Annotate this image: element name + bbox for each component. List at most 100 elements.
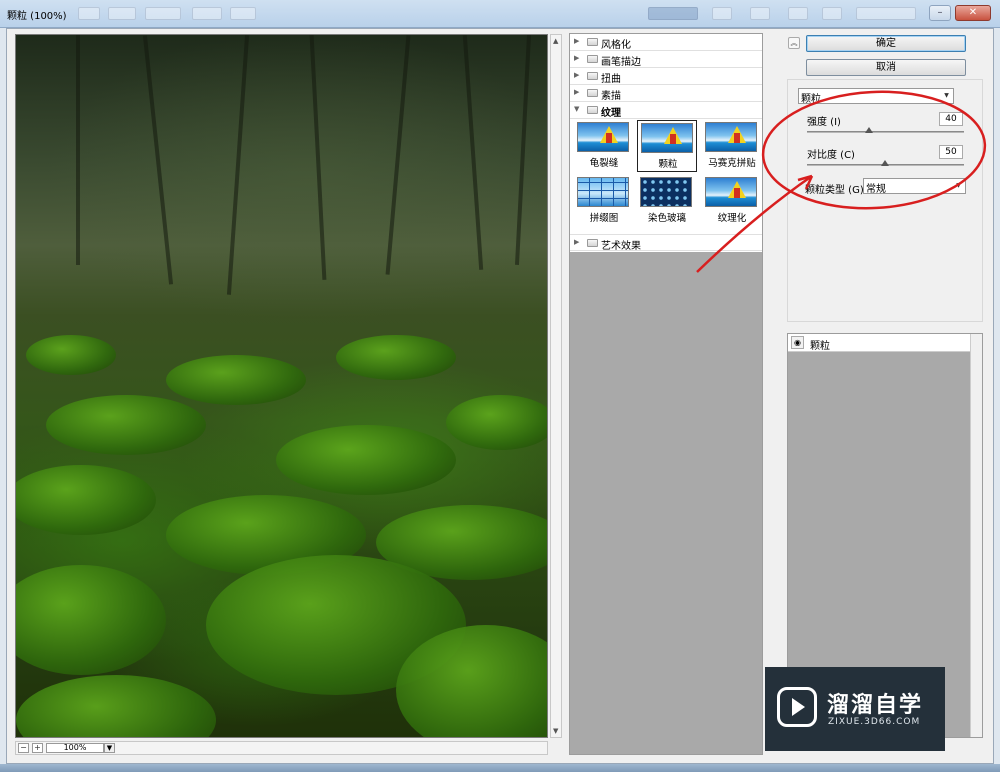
filter-craquelure[interactable]: 龟裂缝 [574,120,634,172]
toolbar-ghost-button [750,7,770,20]
watermark-title: 溜溜自学 [827,693,924,718]
play-logo-icon [777,687,817,727]
folder-icon [587,89,598,97]
chevron-right-icon: ▶ [574,71,580,79]
zoom-out-button[interactable]: − [18,743,29,753]
zoom-dropdown-icon[interactable]: ▼ [104,743,115,753]
category-label: 风格化 [601,40,631,51]
grain-type-select[interactable]: 常规 ▼ [863,178,966,195]
folder-open-icon [587,106,598,114]
filter-patchwork[interactable]: 拼缀图 [574,175,634,227]
category-label: 纹理 [601,108,621,119]
intensity-label: 强度 (I) [807,117,841,128]
moss-rock [166,355,306,405]
scroll-down-icon[interactable]: ▼ [553,727,558,735]
filter-gallery-dialog: ▲ ▼ − + 100% ▼ ▶ 风格化 ▶ 画笔描边 ▶ 扭曲 ▶ 素描 ▼ … [6,28,994,764]
toolbar-ghost-button [145,7,181,20]
preview-image[interactable] [15,34,548,738]
effect-layer-label: 颗粒 [810,341,830,352]
zoom-level[interactable]: 100% [46,743,104,753]
folder-icon [587,239,598,247]
filter-caption: 染色玻璃 [647,213,686,224]
preview-vertical-scrollbar[interactable]: ▲ ▼ [550,34,562,738]
filter-thumbnail [705,177,757,207]
zoom-in-button[interactable]: + [32,743,43,753]
toolbar-ghost-button [230,7,256,20]
filter-grain[interactable]: 颗粒 [637,120,697,172]
zoom-bar: − + 100% ▼ [15,741,548,755]
minimize-button[interactable]: – [929,5,951,21]
filter-mosaic-tiles[interactable]: 马赛克拼贴 [702,120,762,172]
moss-rock [26,335,116,375]
category-brush-strokes[interactable]: ▶ 画笔描边 [570,51,762,68]
scroll-up-icon[interactable]: ▲ [553,37,558,45]
category-texture[interactable]: ▼ 纹理 [570,102,762,119]
cancel-button[interactable]: 取消 [806,59,966,76]
chevron-right-icon: ▶ [574,37,580,45]
grain-type-value: 常规 [866,184,886,195]
chevron-right-icon: ▶ [574,54,580,62]
intensity-input[interactable]: 40 [939,112,963,126]
filter-caption: 颗粒 [658,159,678,170]
filter-caption: 龟裂缝 [589,158,619,169]
toolbar-ghost-button [856,7,916,20]
filter-select[interactable]: 颗粒 ▼ [798,88,954,105]
tree-trunk [462,35,484,270]
toolbar-ghost-button [108,7,136,20]
tree-trunk [514,35,532,265]
category-distort[interactable]: ▶ 扭曲 [570,68,762,85]
filter-texturizer[interactable]: 纹理化 [702,175,762,227]
category-label: 艺术效果 [601,241,641,252]
grain-type-label: 颗粒类型 (G): [805,185,868,196]
contrast-slider-handle[interactable] [881,160,889,166]
tree-trunk [309,35,327,280]
ok-button[interactable]: 确定 [806,35,966,52]
toolbar-ghost-button [822,7,842,20]
contrast-input[interactable]: 50 [939,145,963,159]
texture-filter-thumbnails: 龟裂缝 颗粒 马赛克拼贴 拼缀图 染色玻璃 纹理化 [570,120,762,234]
moss-rock [16,675,216,737]
chevron-down-icon: ▼ [944,92,949,99]
tree-trunk [142,35,174,285]
collapse-gallery-icon[interactable]: ︽ [788,37,800,49]
taskbar [0,764,1000,772]
filter-thumbnail [641,123,693,153]
filter-stained-glass[interactable]: 染色玻璃 [637,175,697,227]
filter-thumbnail [705,122,757,152]
toolbar-ghost-button [712,7,732,20]
folder-icon [587,55,598,63]
intensity-slider-handle[interactable] [865,127,873,133]
tree-trunk [76,35,80,265]
category-label: 扭曲 [601,74,621,85]
folder-icon [587,38,598,46]
toolbar-ghost-button [192,7,222,20]
moss-rock [276,425,456,495]
eye-icon[interactable]: ◉ [791,336,804,349]
effect-layer-row[interactable]: ◉ 颗粒 [788,334,970,352]
filter-settings-panel: 颗粒 ▼ 强度 (I) 40 对比度 (C) 50 颗粒类型 (G): 常规 ▼ [787,79,983,322]
layers-scrollbar[interactable] [970,334,982,737]
chevron-down-icon: ▼ [956,182,961,189]
moss-rock [446,395,547,450]
toolbar-ghost-button [78,7,100,20]
tree-trunk [226,35,250,295]
filter-caption: 拼缀图 [589,213,619,224]
filter-thumbnail [577,177,629,207]
close-button[interactable]: ✕ [955,5,991,21]
chevron-right-icon: ▶ [574,88,580,96]
toolbar-ghost-button [648,7,698,20]
moss-rock [336,335,456,380]
watermark-url: ZIXUE.3D66.COM [828,717,921,727]
moss-rock [16,465,156,535]
category-sketch[interactable]: ▶ 素描 [570,85,762,102]
toolbar-ghost-button [788,7,808,20]
tree-trunk [385,35,411,275]
window-title: 颗粒 (100%) [7,11,67,22]
intensity-slider-track[interactable] [807,131,964,133]
category-artistic[interactable]: ▶ 艺术效果 [570,234,762,252]
category-stylize[interactable]: ▶ 风格化 [570,34,762,51]
folder-icon [587,72,598,80]
filter-select-value: 颗粒 [801,94,821,105]
watermark: 溜溜自学 ZIXUE.3D66.COM [765,667,945,751]
title-bar: 颗粒 (100%) – ✕ [0,0,1000,28]
